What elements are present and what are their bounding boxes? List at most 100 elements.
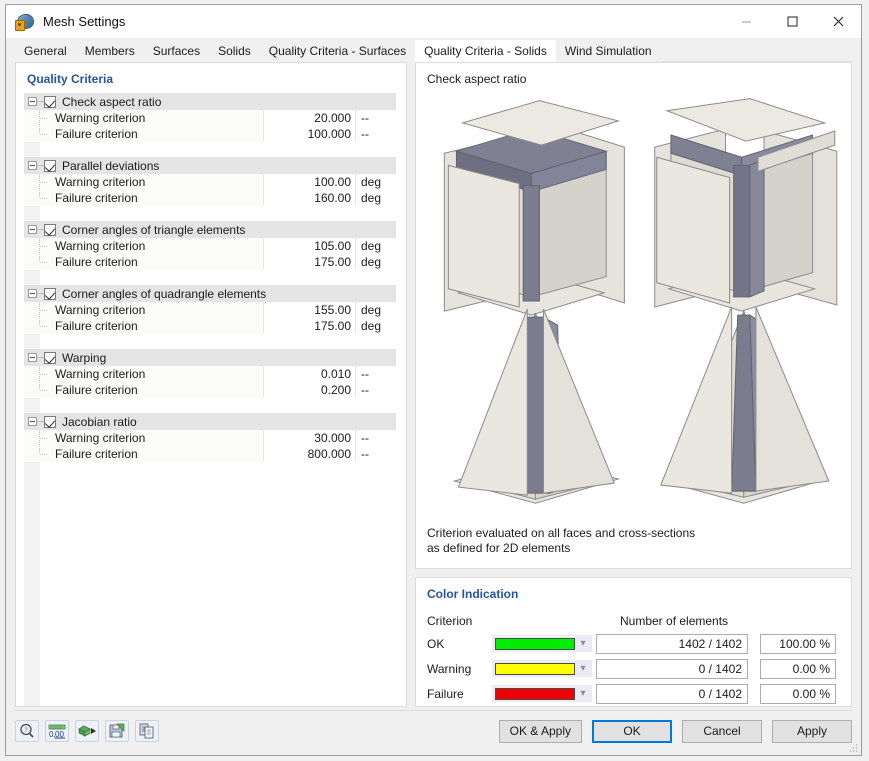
collapse-icon[interactable]	[28, 353, 37, 362]
criteria-group-header[interactable]: Warping	[24, 349, 396, 366]
element-count-field[interactable]: 0 / 1402	[596, 658, 748, 679]
criteria-row-label: Failure criterion	[55, 447, 138, 461]
tab-strip: General Members Surfaces Solids Quality Crit…	[6, 38, 861, 62]
criteria-row-value[interactable]: 30.000	[263, 430, 356, 446]
tree-connector	[24, 126, 55, 142]
tree-connector	[24, 110, 55, 126]
criteria-row[interactable]: Warning criterion 105.00 deg	[24, 238, 396, 254]
element-percent-field[interactable]: 0.00 %	[760, 658, 836, 679]
criteria-group-header[interactable]: Check aspect ratio	[24, 93, 396, 110]
color-picker[interactable]: ▾	[492, 635, 592, 652]
tab-quality-criteria-solids[interactable]: Quality Criteria - Solids	[415, 40, 556, 62]
criteria-row-unit: deg	[356, 238, 396, 254]
chevron-down-icon[interactable]: ▾	[575, 635, 591, 652]
tab-general[interactable]: General	[15, 40, 76, 62]
criteria-row[interactable]: Failure criterion 0.200 --	[24, 382, 396, 398]
criteria-row-unit: --	[356, 126, 396, 142]
apply-button[interactable]: Apply	[772, 719, 852, 743]
tree-connector	[37, 293, 44, 294]
collapse-icon[interactable]	[28, 161, 37, 170]
help-search-icon[interactable]: ?	[15, 720, 39, 742]
criteria-row[interactable]: Failure criterion 160.00 deg	[24, 190, 396, 206]
criteria-group-header[interactable]: Corner angles of triangle elements	[24, 221, 396, 238]
tab-wind-simulation[interactable]: Wind Simulation	[555, 40, 661, 62]
criteria-row-label: Failure criterion	[55, 383, 138, 397]
criteria-group-header[interactable]: Parallel deviations	[24, 157, 396, 174]
criteria-group-label: Jacobian ratio	[62, 414, 137, 429]
tab-solids[interactable]: Solids	[209, 40, 260, 62]
cancel-button[interactable]: Cancel	[682, 719, 762, 743]
criteria-row-value[interactable]: 155.00	[263, 302, 356, 318]
color-picker[interactable]: ▾	[492, 685, 592, 702]
criteria-row[interactable]: Warning criterion 0.010 --	[24, 366, 396, 382]
criteria-row[interactable]: Warning criterion 100.00 deg	[24, 174, 396, 190]
chevron-down-icon[interactable]: ▾	[575, 685, 591, 702]
criteria-row-value[interactable]: 0.010	[263, 366, 356, 382]
criteria-tree[interactable]: Check aspect ratio Warning criterion 20.00…	[16, 93, 406, 706]
criterion-illustration	[416, 86, 851, 526]
tree-connector	[37, 165, 44, 166]
criteria-row-label: Warning criterion	[55, 431, 146, 445]
save-settings-icon[interactable]	[105, 720, 129, 742]
criteria-row[interactable]: Failure criterion 175.00 deg	[24, 254, 396, 270]
close-icon[interactable]	[815, 5, 861, 38]
criteria-row-value[interactable]: 800.000	[263, 446, 356, 462]
ok-apply-button[interactable]: OK & Apply	[498, 719, 582, 743]
run-mesh-icon[interactable]	[75, 720, 99, 742]
color-indication-panel: Color Indication Criterion Number of ele…	[415, 577, 852, 707]
collapse-icon[interactable]	[28, 97, 37, 106]
collapse-icon[interactable]	[28, 225, 37, 234]
criteria-row-unit: deg	[356, 174, 396, 190]
criteria-row-value[interactable]: 0.200	[263, 382, 356, 398]
criteria-row-value[interactable]: 100.00	[263, 174, 356, 190]
color-indication-row: Failure ▾ 0 / 1402 0.00 %	[427, 681, 839, 706]
minimize-icon[interactable]	[723, 5, 769, 38]
element-count-field[interactable]: 0 / 1402	[596, 683, 748, 704]
criteria-checkbox[interactable]	[44, 159, 56, 172]
element-percent-field[interactable]: 100.00 %	[760, 633, 836, 654]
collapse-icon[interactable]	[28, 417, 37, 426]
collapse-icon[interactable]	[28, 289, 37, 298]
criteria-row[interactable]: Warning criterion 155.00 deg	[24, 302, 396, 318]
criteria-row[interactable]: Failure criterion 100.000 --	[24, 126, 396, 142]
resize-grip[interactable]	[848, 743, 858, 753]
criteria-row-value[interactable]: 175.00	[263, 254, 356, 270]
criteria-row-value[interactable]: 175.00	[263, 318, 356, 334]
criteria-group-header[interactable]: Corner angles of quadrangle elements	[24, 285, 396, 302]
criteria-row[interactable]: Failure criterion 800.000 --	[24, 446, 396, 462]
criteria-row-label: Warning criterion	[55, 111, 146, 125]
criteria-row-value[interactable]: 105.00	[263, 238, 356, 254]
color-indication-criterion: OK	[427, 636, 445, 651]
criteria-checkbox[interactable]	[44, 415, 56, 428]
criteria-row-value[interactable]: 100.000	[263, 126, 356, 142]
criteria-checkbox[interactable]	[44, 95, 56, 108]
preview-note: Criterion evaluated on all faces and cro…	[427, 526, 696, 555]
number-format-icon[interactable]: 0, 00	[45, 720, 69, 742]
criteria-group-header[interactable]: Jacobian ratio	[24, 413, 396, 430]
element-count-field[interactable]: 1402 / 1402	[596, 633, 748, 654]
ok-button[interactable]: OK	[592, 719, 672, 743]
criteria-row[interactable]: Warning criterion 20.000 --	[24, 110, 396, 126]
tab-surfaces[interactable]: Surfaces	[143, 40, 210, 62]
criteria-checkbox[interactable]	[44, 223, 56, 236]
color-indication-criterion: Warning	[427, 661, 472, 676]
criteria-checkbox[interactable]	[44, 351, 56, 364]
maximize-icon[interactable]	[769, 5, 815, 38]
copy-settings-icon[interactable]	[135, 720, 159, 742]
tab-quality-criteria-surfaces[interactable]: Quality Criteria - Surfaces	[259, 40, 416, 62]
element-percent-field[interactable]: 0.00 %	[760, 683, 836, 704]
color-swatch	[495, 687, 575, 700]
tree-connector	[24, 430, 55, 446]
criteria-row[interactable]: Warning criterion 30.000 --	[24, 430, 396, 446]
criteria-row-value[interactable]: 20.000	[263, 110, 356, 126]
color-picker[interactable]: ▾	[492, 660, 592, 677]
tab-members[interactable]: Members	[75, 40, 144, 62]
criteria-group-label: Warping	[62, 350, 107, 365]
chevron-down-icon[interactable]: ▾	[575, 660, 591, 677]
criteria-row-value[interactable]: 160.00	[263, 190, 356, 206]
criteria-checkbox[interactable]	[44, 287, 56, 300]
color-indication-header: Criterion Number of elements	[427, 611, 839, 631]
criteria-row[interactable]: Failure criterion 175.00 deg	[24, 318, 396, 334]
